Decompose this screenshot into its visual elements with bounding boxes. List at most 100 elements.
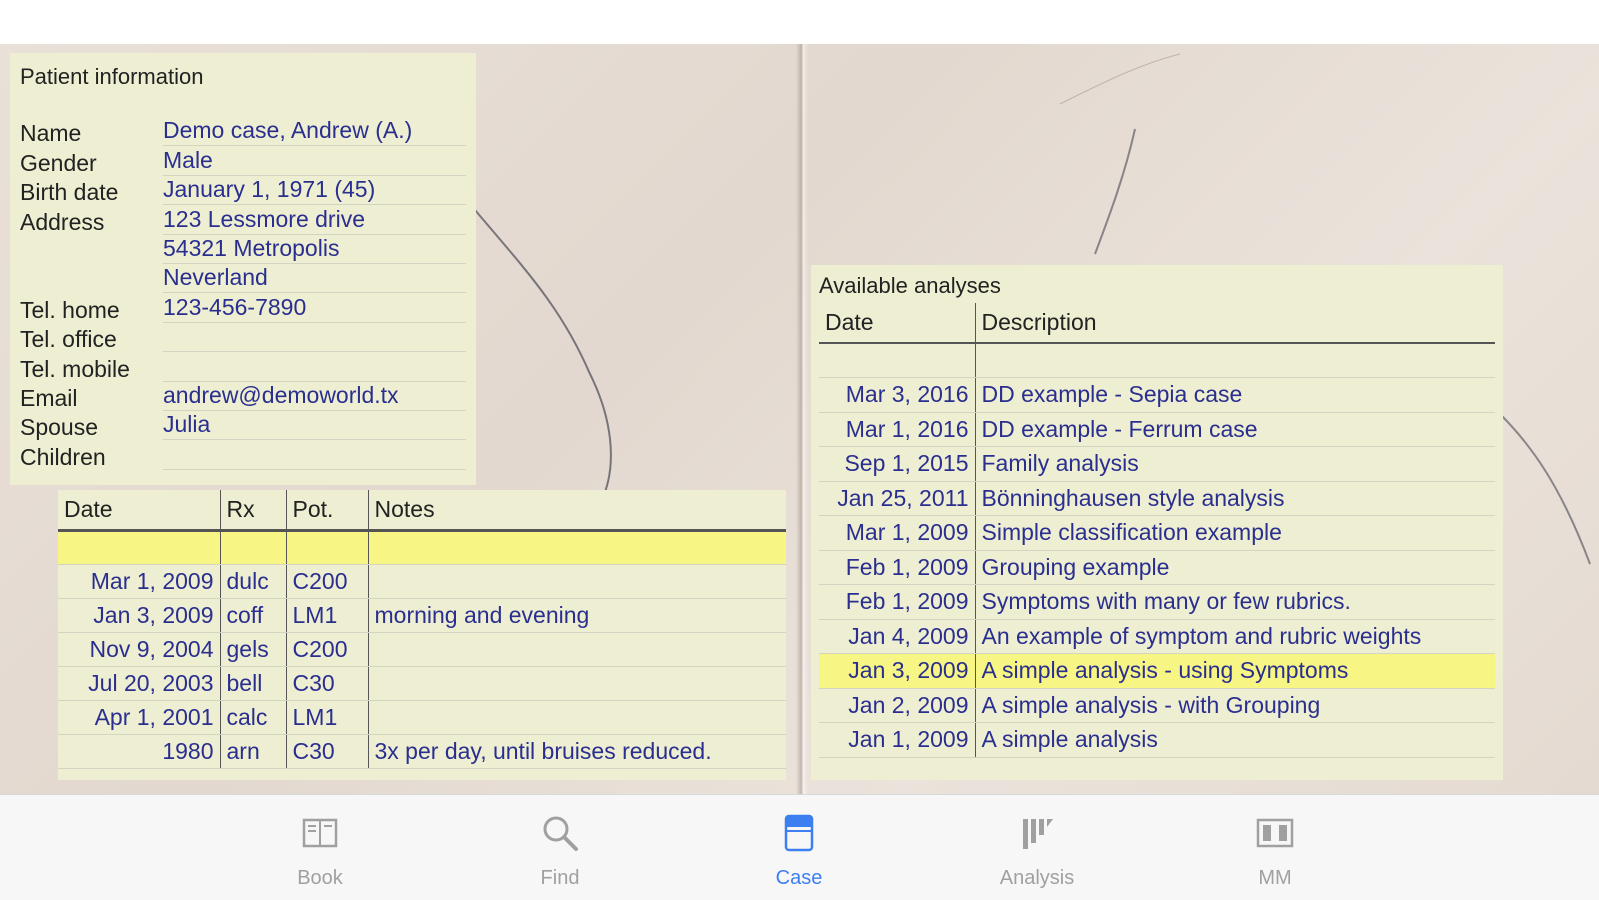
analysis-description-cell: A simple analysis - using Symptoms — [974, 653, 1495, 689]
analysis-date-cell: Sep 1, 2015 — [819, 446, 975, 482]
column-header-rx[interactable]: Rx — [219, 490, 286, 532]
prescription-rx-cell: dulc — [219, 564, 286, 599]
prescription-row[interactable]: Mar 1, 2009 dulc C200 — [58, 564, 786, 599]
analysis-icon — [1023, 819, 1053, 849]
prescription-pot-cell: LM1 — [285, 598, 368, 633]
patient-info-label: Tel. home — [20, 296, 120, 323]
column-header-date[interactable]: Date — [819, 303, 975, 344]
prescriptions-panel: Date Rx Pot. Notes Mar 1, 2009 dulc C200 Ja… — [58, 490, 786, 780]
prescription-pot-cell: C200 — [285, 564, 368, 599]
patient-info-value[interactable]: Julia — [163, 411, 466, 441]
prescription-pot-cell: C200 — [285, 632, 368, 667]
analysis-description-cell: Family analysis — [974, 446, 1495, 482]
patient-info-label: Birth date — [20, 179, 119, 206]
analysis-description-cell: A simple analysis — [974, 722, 1495, 758]
patient-info-value[interactable]: 123 Lessmore drive — [163, 206, 466, 235]
prescription-pot-cell — [285, 530, 368, 565]
analysis-row[interactable] — [819, 343, 1495, 378]
patient-info-label: Address — [20, 208, 105, 235]
analysis-description-cell: An example of symptom and rubric weights — [974, 619, 1495, 654]
patient-info-value[interactable]: January 1, 1971 (45) — [163, 176, 466, 206]
available-analyses-title: Available analyses — [819, 273, 1001, 298]
prescription-rx-cell: calc — [219, 700, 286, 735]
patient-info-row: Address 123 Lessmore drive — [20, 205, 466, 235]
patient-info-value[interactable]: 123-456-7890 — [163, 294, 466, 323]
prescription-pot-cell: LM1 — [285, 700, 368, 735]
prescription-date-cell — [58, 530, 220, 565]
patient-info-value[interactable]: andrew@demoworld.tx — [163, 382, 466, 411]
column-header-notes[interactable]: Notes — [367, 490, 786, 532]
prescription-pot-cell: C30 — [285, 666, 368, 701]
analyses-table: Date Description Mar 3, 2016 DD example -… — [819, 303, 1495, 758]
patient-info-list: Name Demo case, Andrew (A.) Gender Male Birt… — [20, 117, 466, 470]
patient-info-row: 54321 Metropolis — [20, 235, 466, 264]
prescription-row[interactable]: Nov 9, 2004 gels C200 — [58, 632, 786, 667]
analysis-row[interactable]: Jan 3, 2009 A simple analysis - using Sym… — [819, 653, 1495, 689]
analysis-row[interactable]: Jan 25, 2011 Bönninghausen style analysis — [819, 481, 1495, 516]
prescription-pot-cell: C30 — [285, 734, 368, 769]
patient-info-value[interactable]: Neverland — [163, 264, 466, 294]
prescription-notes-cell — [367, 666, 786, 701]
tab-mm-label: MM — [1258, 867, 1292, 889]
patient-info-row: Birth date January 1, 1971 (45) — [20, 176, 466, 206]
analysis-description-cell: DD example - Sepia case — [974, 377, 1495, 413]
prescription-row[interactable]: 1980 arn C30 3x per day, until bruises redu… — [58, 734, 786, 769]
patient-info-value[interactable] — [163, 323, 466, 353]
magnifier-icon — [543, 816, 578, 851]
column-header-potency[interactable]: Pot. — [285, 490, 368, 532]
column-header-description[interactable]: Description — [974, 303, 1495, 344]
analysis-date-cell — [819, 343, 975, 378]
prescription-notes-cell — [367, 530, 786, 565]
tab-book-label: Book — [297, 867, 343, 889]
patient-info-row: Neverland — [20, 264, 466, 294]
prescription-row[interactable]: Jul 20, 2003 bell C30 — [58, 666, 786, 701]
materia-medica-icon — [1256, 818, 1294, 848]
patient-information-title: Patient information — [20, 64, 204, 89]
column-header-date[interactable]: Date — [58, 490, 220, 532]
prescription-date-cell: 1980 — [58, 734, 220, 769]
analysis-row[interactable]: Mar 1, 2009 Simple classification example — [819, 515, 1495, 551]
analysis-date-cell: Jan 4, 2009 — [819, 619, 975, 654]
patient-info-row: Children — [20, 440, 466, 470]
patient-info-value[interactable] — [163, 441, 466, 470]
prescriptions-table: Date Rx Pot. Notes Mar 1, 2009 dulc C200 Ja… — [58, 490, 786, 769]
prescription-date-cell: Nov 9, 2004 — [58, 632, 220, 667]
patient-info-row: Spouse Julia — [20, 411, 466, 441]
analysis-description-cell: DD example - Ferrum case — [974, 412, 1495, 447]
analysis-row[interactable]: Mar 3, 2016 DD example - Sepia case — [819, 377, 1495, 413]
analysis-row[interactable]: Jan 4, 2009 An example of symptom and rub… — [819, 619, 1495, 654]
patient-info-value[interactable]: Demo case, Andrew (A.) — [163, 117, 466, 147]
tab-analysis[interactable]: Analysis — [977, 811, 1097, 890]
analysis-row[interactable]: Mar 1, 2016 DD example - Ferrum case — [819, 412, 1495, 447]
tab-mm[interactable]: MM — [1215, 811, 1335, 890]
analysis-date-cell: Mar 1, 2016 — [819, 412, 975, 447]
case-icon — [784, 814, 814, 852]
tab-find[interactable]: Find — [500, 811, 620, 890]
analysis-date-cell: Mar 3, 2016 — [819, 377, 975, 413]
analysis-row[interactable]: Feb 1, 2009 Grouping example — [819, 550, 1495, 585]
analysis-date-cell: Feb 1, 2009 — [819, 550, 975, 585]
patient-info-label: Name — [20, 120, 82, 147]
tab-book[interactable]: Book — [260, 811, 380, 890]
patient-info-row: Tel. office — [20, 323, 466, 353]
tab-case[interactable]: Case — [739, 811, 859, 890]
patient-info-value[interactable]: Male — [163, 147, 466, 176]
patient-info-value[interactable]: 54321 Metropolis — [163, 235, 466, 264]
patient-information-panel: Patient information Name Demo case, Andre… — [10, 53, 476, 485]
patient-info-label: Tel. mobile — [20, 355, 130, 382]
analysis-row[interactable]: Sep 1, 2015 Family analysis — [819, 446, 1495, 482]
prescription-row[interactable]: Apr 1, 2001 calc LM1 — [58, 700, 786, 735]
patient-info-row: Tel. home 123-456-7890 — [20, 293, 466, 323]
prescription-rx-cell: gels — [219, 632, 286, 667]
prescription-row[interactable]: Jan 3, 2009 coff LM1 morning and evening — [58, 598, 786, 633]
prescription-new-row[interactable] — [58, 530, 786, 565]
analysis-row[interactable]: Feb 1, 2009 Symptoms with many or few rub… — [819, 584, 1495, 620]
analysis-row[interactable]: Jan 1, 2009 A simple analysis — [819, 722, 1495, 758]
prescription-date-cell: Mar 1, 2009 — [58, 564, 220, 599]
analysis-description-cell: Bönninghausen style analysis — [974, 481, 1495, 516]
tab-case-label: Case — [775, 867, 823, 889]
prescription-notes-cell — [367, 700, 786, 735]
patient-info-value[interactable] — [163, 353, 466, 382]
analysis-row[interactable]: Jan 2, 2009 A simple analysis - with Grou… — [819, 688, 1495, 723]
patient-info-label: Children — [20, 443, 106, 470]
